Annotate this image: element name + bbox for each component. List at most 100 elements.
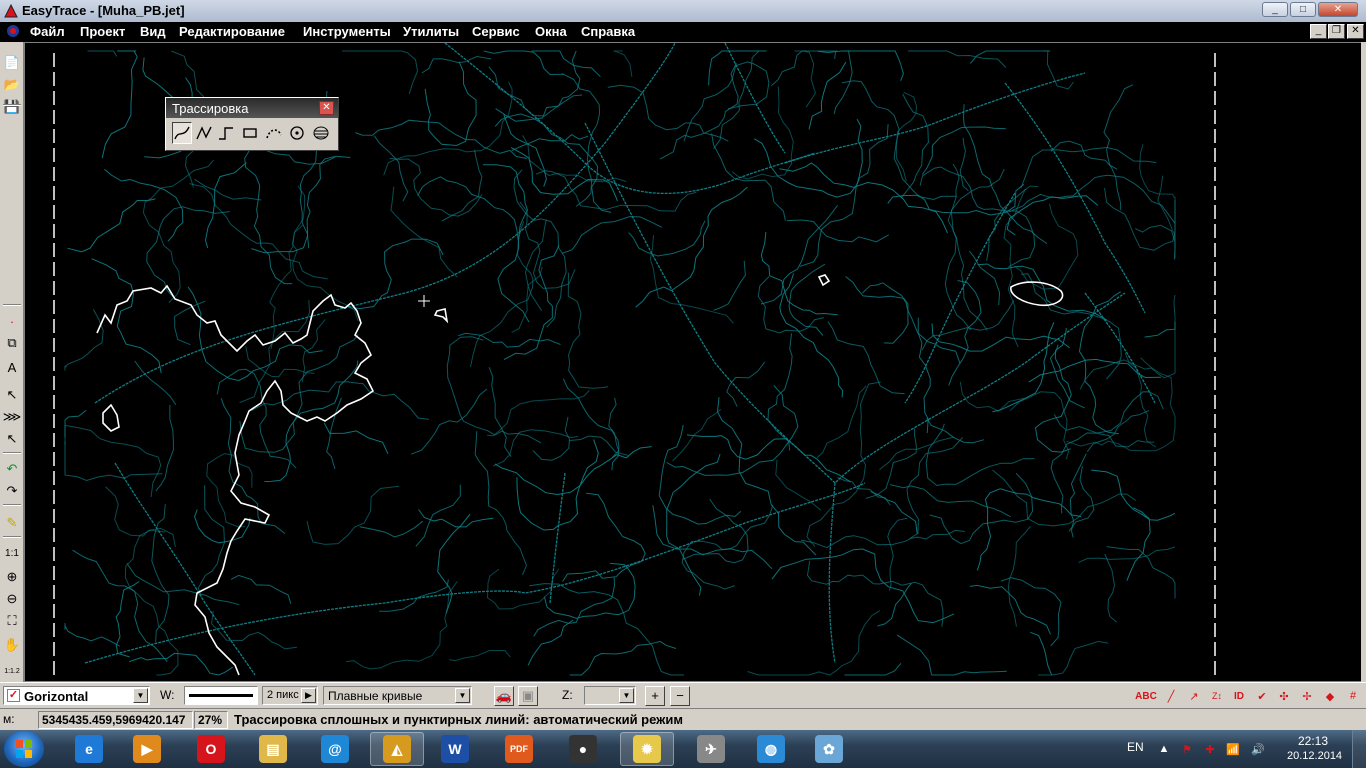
mdi-restore-button[interactable]: ❐ <box>1328 24 1345 39</box>
tray-flag-icon[interactable]: ⚑ <box>1180 742 1194 756</box>
tray-expand-icon[interactable]: ▲ <box>1157 742 1171 756</box>
line-style-select[interactable] <box>184 686 258 705</box>
media-player-app[interactable]: ▶ <box>120 732 174 766</box>
paper-plane-app[interactable]: ✈ <box>684 732 738 766</box>
disabled-tool-icon[interactable]: ▣ <box>518 686 538 706</box>
curve-mode-arrow[interactable]: ▼ <box>455 688 470 703</box>
zoom-1-1[interactable]: 1:1 <box>3 544 21 562</box>
close-button[interactable]: ✕ <box>1318 2 1358 17</box>
dashed-arc-icon[interactable] <box>264 122 284 144</box>
line-edit-icon[interactable]: ╱ <box>1162 687 1180 705</box>
opera-app[interactable]: O <box>184 732 238 766</box>
pixel-width-select[interactable]: 2 пикс ▶ <box>262 686 318 705</box>
right-scroll-strip[interactable] <box>1361 42 1366 682</box>
menu-help[interactable]: Справка <box>581 24 635 39</box>
new-file-icon[interactable]: 📄 <box>3 54 21 72</box>
car-icon[interactable]: 🚗 <box>494 686 514 706</box>
pencil-icon[interactable]: ✎ <box>3 514 21 532</box>
document-icon[interactable] <box>6 24 20 38</box>
hatch-icon[interactable] <box>311 122 331 144</box>
mdi-close-button[interactable]: ✕ <box>1347 24 1364 39</box>
contour-line <box>1079 294 1176 390</box>
trace-panel[interactable]: Трассировка ✕ <box>165 97 339 151</box>
z-value-select[interactable]: ▼ <box>584 686 636 705</box>
check-list-icon[interactable]: ✔ <box>1253 687 1271 705</box>
trace-panel-title[interactable]: Трассировка <box>166 98 338 118</box>
menu-view[interactable]: Вид <box>140 24 166 39</box>
start-button[interactable] <box>4 731 44 767</box>
mdi-minimize-button[interactable]: _ <box>1310 24 1327 39</box>
node-select-icon[interactable]: ↖ <box>3 430 21 448</box>
clock-time[interactable]: 22:13 <box>1298 734 1328 748</box>
contour-line <box>870 491 918 534</box>
text-tool-icon[interactable]: A <box>3 358 21 376</box>
contour-line <box>155 404 174 492</box>
contour-line <box>105 486 176 548</box>
maximize-button[interactable]: □ <box>1290 2 1316 17</box>
camera-app[interactable]: ● <box>556 732 610 766</box>
plus-button[interactable]: + <box>645 686 665 706</box>
word-app[interactable]: W <box>428 732 482 766</box>
contour-line <box>482 164 530 323</box>
layers-icon[interactable]: ⧉ <box>3 334 21 352</box>
scale-ratio[interactable]: 1:1.2 <box>3 662 21 680</box>
minus-button[interactable]: − <box>670 686 690 706</box>
multi-select-icon[interactable]: ⋙ <box>3 408 22 426</box>
orthogonal-line-icon[interactable] <box>216 122 236 144</box>
rectangle-icon[interactable] <box>240 122 260 144</box>
windows-logo-icon <box>16 740 32 758</box>
explorer-app[interactable]: ▤ <box>246 732 300 766</box>
z-value-arrow[interactable]: ▼ <box>619 688 634 703</box>
layer-dropdown-arrow[interactable]: ▼ <box>133 688 148 703</box>
zoom-out-icon[interactable]: ⊖ <box>3 590 21 608</box>
id-icon[interactable]: ID <box>1230 687 1248 705</box>
menu-edit[interactable]: Редактирование <box>179 24 285 39</box>
dot-icon[interactable]: · <box>3 312 21 330</box>
fill-icon[interactable]: ◆ <box>1321 687 1339 705</box>
abc-icon[interactable]: ABC <box>1135 687 1157 705</box>
bulb-app[interactable]: ✹ <box>620 732 674 766</box>
easytrace-app[interactable]: ◭ <box>370 732 424 766</box>
arrow-line-icon[interactable]: ↗ <box>1185 687 1203 705</box>
show-desktop-button[interactable] <box>1352 730 1366 768</box>
undo-icon[interactable]: ↶ <box>3 460 21 478</box>
tray-network-icon[interactable]: 📶 <box>1226 742 1240 756</box>
menu-project[interactable]: Проект <box>80 24 125 39</box>
node-move-icon[interactable]: ✣ <box>1275 687 1293 705</box>
smooth-curve-icon[interactable] <box>172 122 192 144</box>
pan-hand-icon[interactable]: ✋ <box>3 636 21 654</box>
contour-line <box>948 280 982 386</box>
paint-app[interactable]: ✿ <box>802 732 856 766</box>
globe-app[interactable]: ◍ <box>744 732 798 766</box>
point-target-icon[interactable] <box>287 122 307 144</box>
ie-app[interactable]: e <box>62 732 116 766</box>
tray-volume-icon[interactable]: 🔊 <box>1251 742 1265 756</box>
menu-windows[interactable]: Окна <box>535 24 567 39</box>
contour-line <box>84 482 866 664</box>
zoom-window-icon[interactable]: ⛶ <box>3 612 21 630</box>
trace-panel-close-button[interactable]: ✕ <box>319 101 334 115</box>
mail-app[interactable]: @ <box>308 732 362 766</box>
pdf-app[interactable]: PDF <box>492 732 546 766</box>
menu-service[interactable]: Сервис <box>472 24 520 39</box>
menu-file[interactable]: Файл <box>30 24 65 39</box>
grid-icon[interactable]: # <box>1344 687 1362 705</box>
zoom-in-icon[interactable]: ⊕ <box>3 568 21 586</box>
save-icon[interactable]: 💾 <box>3 98 21 116</box>
layer-select[interactable]: ✓ Gorizontal ▼ <box>3 686 150 705</box>
menu-utilities[interactable]: Утилиты <box>403 24 459 39</box>
language-indicator[interactable]: EN <box>1127 740 1144 754</box>
curve-mode-select[interactable]: Плавные кривые ▼ <box>323 686 472 705</box>
tray-antivirus-icon[interactable]: ✚ <box>1203 742 1217 756</box>
contour-line <box>808 61 847 130</box>
clock-date[interactable]: 20.12.2014 <box>1287 750 1342 762</box>
pixel-width-arrow[interactable]: ▶ <box>301 688 316 703</box>
menu-tools[interactable]: Инструменты <box>303 24 391 39</box>
node-add-icon[interactable]: ✢ <box>1298 687 1316 705</box>
minimize-button[interactable]: _ <box>1262 2 1288 17</box>
redo-icon[interactable]: ↷ <box>3 482 21 500</box>
z-axis-icon[interactable]: Z↕ <box>1208 687 1226 705</box>
select-arrow-icon[interactable]: ↖ <box>3 386 21 404</box>
open-folder-icon[interactable]: 📂 <box>3 76 21 94</box>
polyline-icon[interactable] <box>194 122 214 144</box>
